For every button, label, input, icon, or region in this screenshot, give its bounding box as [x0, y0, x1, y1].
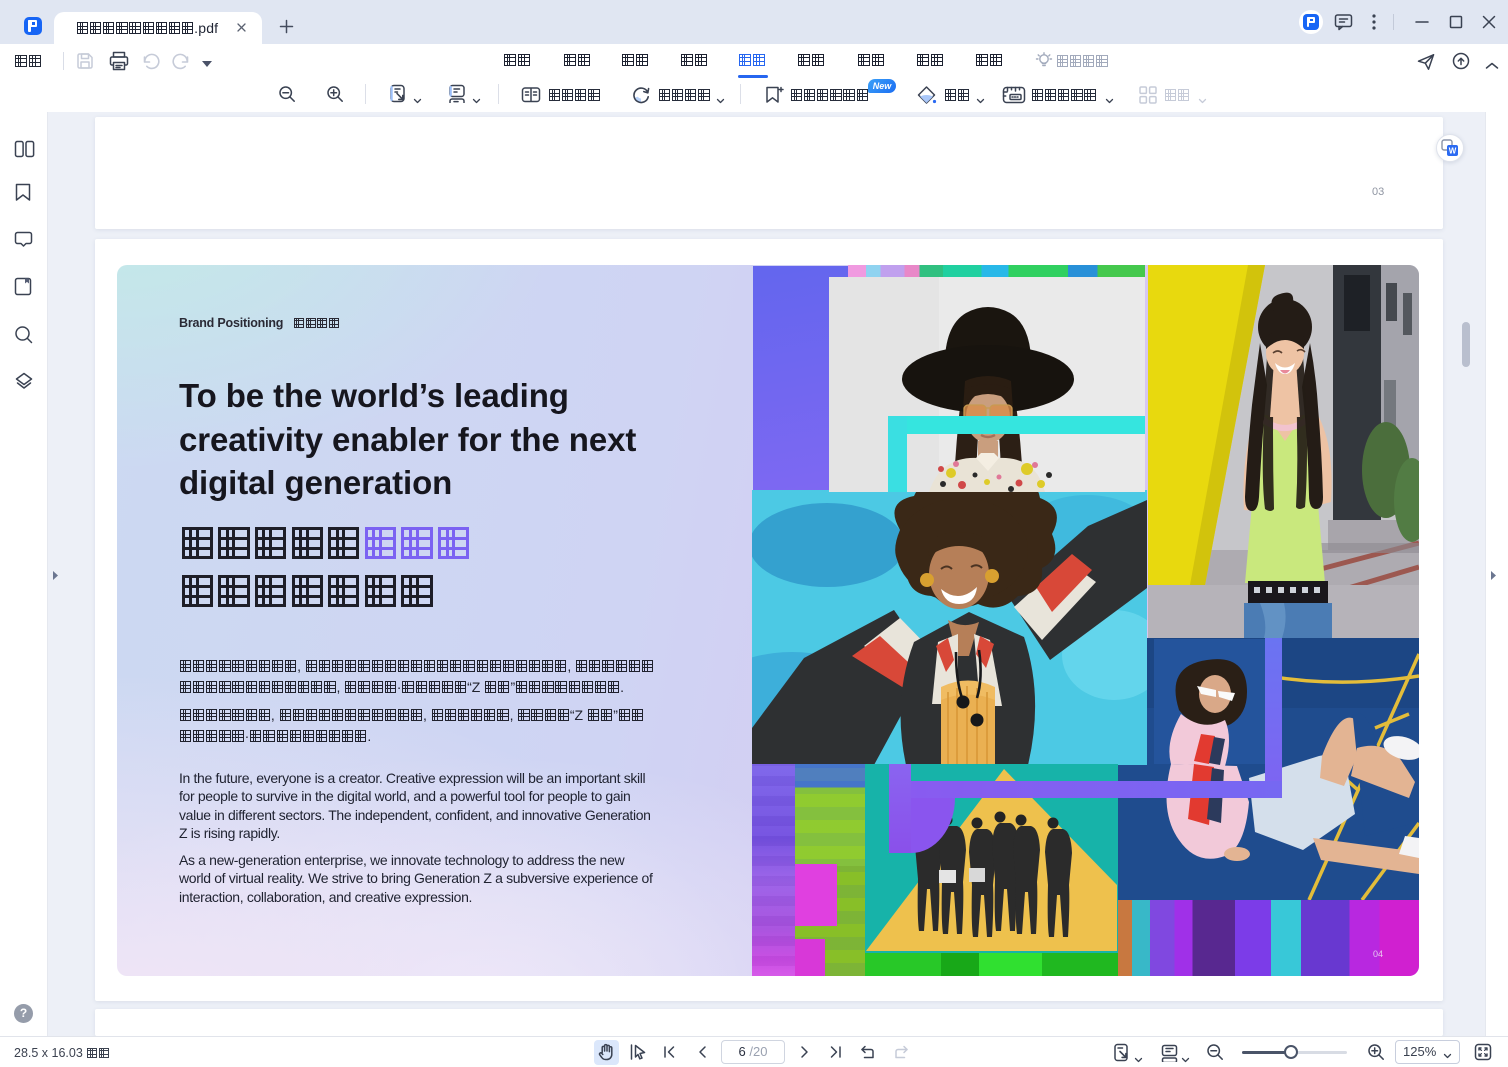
- svg-text:W: W: [1449, 147, 1457, 156]
